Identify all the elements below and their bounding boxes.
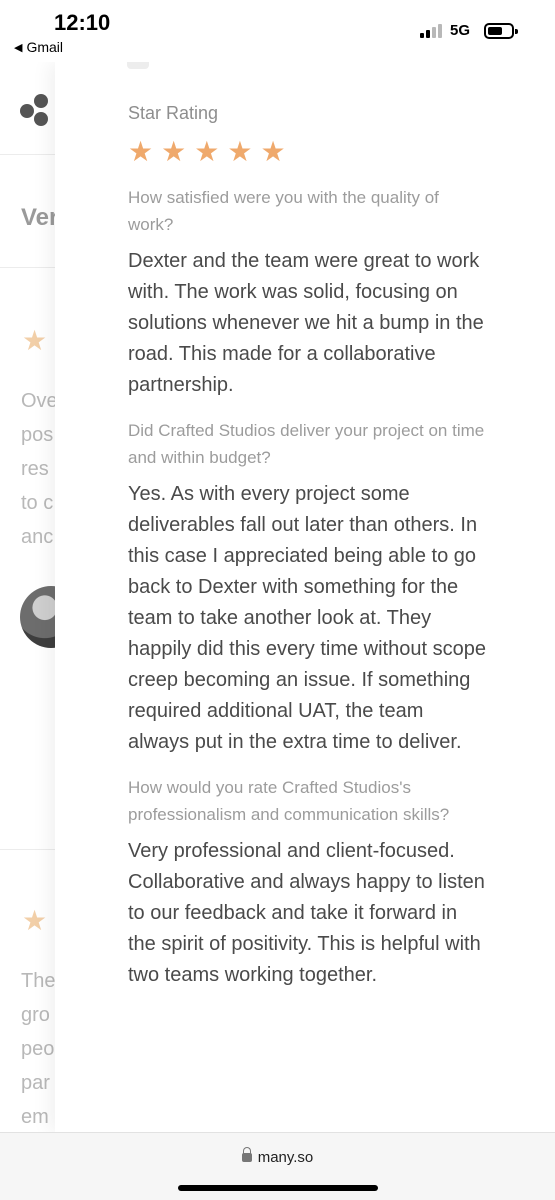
- back-arrow-icon: ◀: [14, 41, 23, 54]
- answer-quality: Dexter and the team were great to work w…: [128, 250, 484, 396]
- back-app-label: Gmail: [26, 39, 64, 55]
- lock-icon: [241, 1147, 252, 1162]
- network-type: 5G: [450, 22, 471, 39]
- star-icon: ★: [260, 136, 286, 167]
- question-quality: How satisfied were you with the quality …: [128, 188, 439, 234]
- cellular-signal-icon: [420, 24, 442, 38]
- drawer-handle[interactable]: [127, 62, 149, 69]
- background-heading: Ver: [21, 204, 59, 231]
- review-drawer: Star Rating ★ ★ ★ ★ ★ How satisfied were…: [55, 62, 555, 1132]
- star-rating-label: Star Rating: [128, 103, 219, 123]
- background-star-icon: ★: [22, 905, 48, 936]
- question-professionalism: How would you rate Crafted Studios's pro…: [128, 778, 450, 824]
- background-star-icon: ★: [22, 325, 48, 356]
- status-bar: 12:10 ◀ Gmail 5G: [0, 0, 555, 62]
- answer-timeline-budget: Yes. As with every project some delivera…: [128, 483, 486, 753]
- star-rating: ★ ★ ★ ★ ★: [128, 136, 488, 168]
- background-review-text: The gro peo par em: [21, 970, 56, 1128]
- star-icon: ★: [227, 136, 253, 167]
- battery-icon: [484, 23, 518, 39]
- background-review-text: Ove pos res to c anc: [21, 390, 58, 548]
- back-to-app-link[interactable]: ◀ Gmail: [14, 39, 63, 55]
- url-text: many.so: [257, 1149, 314, 1166]
- answer-professionalism: Very professional and client-focused. Co…: [128, 840, 485, 986]
- home-indicator[interactable]: [178, 1185, 378, 1191]
- star-icon: ★: [161, 136, 187, 167]
- star-icon: ★: [194, 136, 220, 167]
- site-logo-icon: [20, 92, 60, 128]
- question-timeline-budget: Did Crafted Studios deliver your project…: [128, 421, 485, 467]
- review-content: Star Rating ★ ★ ★ ★ ★ How satisfied were…: [128, 100, 488, 991]
- clock: 12:10: [54, 10, 111, 35]
- browser-url-bar[interactable]: many.so: [0, 1132, 555, 1200]
- url-display[interactable]: many.so: [0, 1147, 555, 1166]
- star-icon: ★: [128, 136, 154, 167]
